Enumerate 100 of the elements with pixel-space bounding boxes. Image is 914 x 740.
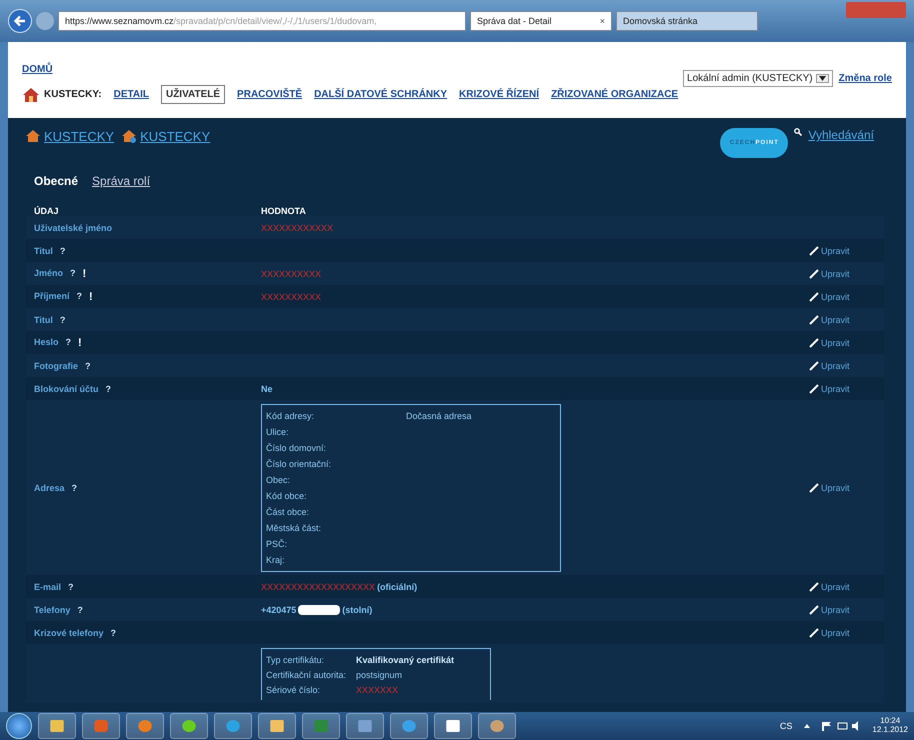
help-mark[interactable]: ? <box>60 246 66 256</box>
detail-value: Kvalifikovaný certifikát <box>356 654 454 664</box>
pencil-icon <box>809 628 819 638</box>
help-mark[interactable]: ? <box>106 384 112 394</box>
column-header: ÚDAJ <box>34 206 60 216</box>
forward-button[interactable] <box>36 12 54 30</box>
field-value: Ne <box>261 384 273 394</box>
pencil-icon <box>809 314 819 324</box>
detail-label: Obec: <box>266 475 292 485</box>
address-bar[interactable]: https://www.seznamovm.cz/spravadat/p/cn/detail/view/,/-/,/1/users/1/dudovam, <box>58 11 466 31</box>
detail-value: Dočasná adresa <box>406 411 472 421</box>
edit-link[interactable]: Upravit <box>809 384 884 394</box>
detail-value: postsignum <box>356 670 402 680</box>
edit-link[interactable]: Upravit <box>809 582 884 592</box>
detail-label: Část obce: <box>266 507 310 517</box>
pencil-icon <box>809 338 819 348</box>
field-label: Krizové telefony <box>34 628 104 638</box>
field-label: Blokování účtu <box>34 384 99 394</box>
required-mark[interactable]: ! <box>82 268 86 280</box>
house-icon <box>26 129 40 143</box>
detail-label: Číslo domovní: <box>266 443 328 453</box>
field-value: +420475 <box>261 604 296 614</box>
field-label: Uživatelské jméno <box>34 222 112 232</box>
required-mark[interactable]: ! <box>89 290 93 302</box>
pencil-icon <box>809 483 819 493</box>
edit-link[interactable]: Upravit <box>809 246 884 256</box>
help-mark[interactable]: ? <box>110 628 116 638</box>
detail-label: Certifikační autorita: <box>266 670 348 680</box>
field-label: Příjmení <box>34 290 70 302</box>
breadcrumb-link[interactable]: KUSTECKY <box>140 128 210 144</box>
back-button[interactable] <box>8 9 32 33</box>
detail-label: Číslo orientační: <box>266 459 332 469</box>
required-mark[interactable]: ! <box>78 336 82 348</box>
subtab[interactable]: Správa rolí <box>92 174 150 188</box>
edit-link[interactable]: Upravit <box>809 314 884 324</box>
help-mark[interactable]: ? <box>76 290 82 302</box>
edit-link[interactable]: Upravit <box>809 338 884 348</box>
edit-link[interactable]: Upravit <box>809 292 884 302</box>
help-mark[interactable]: ? <box>77 604 83 614</box>
field-label: Heslo <box>34 336 59 348</box>
redacted-value: XXXXXXXXXX <box>261 268 322 278</box>
field-label: Fotografie <box>34 360 78 370</box>
nav-tab[interactable]: PRACOVIŠTĚ <box>237 89 302 100</box>
nav-tab[interactable]: ZŘIZOVANÉ ORGANIZACE <box>551 89 678 100</box>
edit-link[interactable]: Upravit <box>809 360 884 370</box>
pencil-icon <box>809 384 819 394</box>
column-header: HODNOTA <box>261 206 306 216</box>
search-link[interactable]: Vyhledávání <box>808 128 874 142</box>
field-value: (oficiální) <box>377 582 418 592</box>
detail-label: Sériové číslo: <box>266 684 322 694</box>
subtab[interactable]: Obecné <box>34 174 78 188</box>
detail-value: XXXXXXX <box>356 684 398 694</box>
clock[interactable]: 10:24 12.1.2012 <box>872 717 908 735</box>
role-select[interactable]: Lokální admin (KUSTECKY) <box>683 70 833 87</box>
home-link[interactable]: DOMŮ <box>22 64 678 75</box>
field-value: (stolní) <box>342 604 372 614</box>
search-icon <box>794 128 802 136</box>
nav-tab[interactable]: KRIZOVÉ ŘÍZENÍ <box>459 89 540 100</box>
redaction-blot <box>298 604 340 614</box>
nav-tab[interactable]: UŽIVATELÉ <box>160 85 226 104</box>
pencil-icon <box>809 582 819 592</box>
start-button[interactable] <box>6 713 32 739</box>
help-mark[interactable]: ? <box>60 314 66 324</box>
edit-link[interactable]: Upravit <box>809 604 884 614</box>
pencil-icon <box>809 360 819 370</box>
browser-tab[interactable]: Správa dat - Detail × <box>470 11 612 31</box>
nav-tab[interactable]: DETAIL <box>114 89 149 100</box>
detail-label: Městská část: <box>266 523 322 533</box>
detail-label: Kód adresy: <box>266 411 316 421</box>
field-label: Titul <box>34 314 53 324</box>
field-label: Adresa <box>34 483 65 493</box>
edit-link[interactable]: Upravit <box>809 628 884 638</box>
field-label: Telefony <box>34 604 70 614</box>
nav-tab[interactable]: DALŠÍ DATOVÉ SCHRÁNKY <box>314 89 448 100</box>
change-role-link[interactable]: Změna role <box>838 73 892 84</box>
detail-label: Kraj: <box>266 555 286 565</box>
language-indicator[interactable]: CS <box>780 721 792 731</box>
pencil-icon <box>809 292 819 302</box>
detail-label: Typ certifikátu: <box>266 654 326 664</box>
edit-link[interactable]: Upravit <box>809 483 884 493</box>
field-label: Jméno <box>34 268 64 280</box>
browser-tab[interactable]: Domovská stránka <box>616 11 758 31</box>
help-mark[interactable]: ? <box>68 582 74 592</box>
help-mark[interactable]: ? <box>70 268 76 280</box>
caret-icon <box>818 76 826 81</box>
field-label: Titul <box>34 246 53 256</box>
redacted-value: XXXXXXXXXXXX <box>261 222 334 232</box>
house-icon <box>122 129 136 143</box>
pencil-icon <box>809 268 819 278</box>
breadcrumb-link[interactable]: KUSTECKY <box>44 128 114 144</box>
organization-label: KUSTECKY: <box>44 89 102 100</box>
pencil-icon <box>809 604 819 614</box>
help-mark[interactable]: ? <box>72 483 78 493</box>
help-mark[interactable]: ? <box>66 336 72 348</box>
edit-link[interactable]: Upravit <box>809 268 884 278</box>
detail-label: Kód obce: <box>266 491 308 501</box>
help-mark[interactable]: ? <box>85 360 90 370</box>
pencil-icon <box>809 246 819 256</box>
house-icon <box>22 86 40 102</box>
detail-label: Ulice: <box>266 427 290 437</box>
